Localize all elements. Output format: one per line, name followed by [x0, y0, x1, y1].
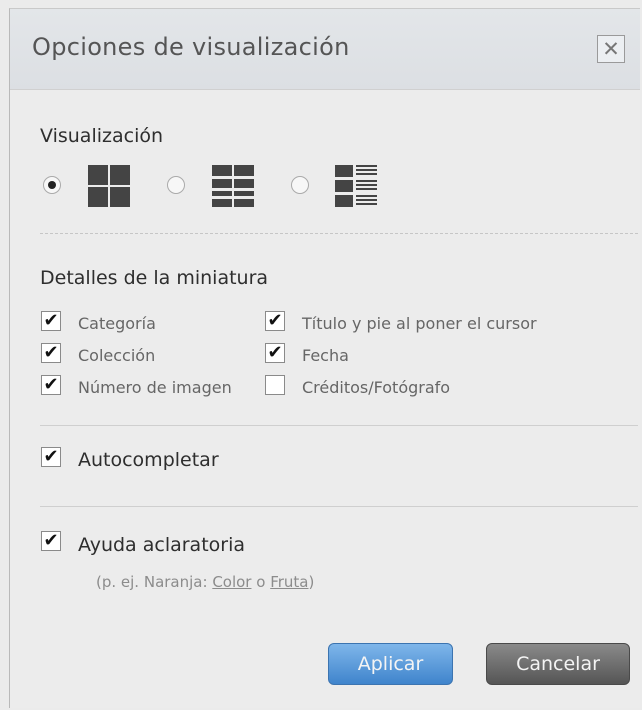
- date-label: Fecha: [302, 346, 349, 365]
- credits-photographer-label: Créditos/Fotógrafo: [302, 378, 451, 397]
- close-icon[interactable]: ✕: [597, 35, 625, 63]
- dialog-header: Opciones de visualización ✕: [10, 9, 640, 90]
- collection-label: Colección: [78, 346, 156, 365]
- help-hints-label: Ayuda aclaratoria: [78, 534, 246, 556]
- hint-suffix: ): [308, 573, 315, 591]
- hint-link-fruta[interactable]: Fruta: [270, 573, 308, 591]
- hint-link-color[interactable]: Color: [212, 573, 251, 591]
- view-heading: Visualización: [40, 125, 164, 147]
- help-hint-example: (p. ej. Naranja: Color o Fruta): [96, 573, 314, 591]
- category-label: Categoría: [78, 314, 156, 333]
- divider: [40, 506, 638, 507]
- help-hints-checkbox[interactable]: ✔: [41, 531, 61, 551]
- hint-mid: o: [251, 573, 271, 591]
- thumbnail-details-heading: Detalles de la miniatura: [40, 267, 269, 289]
- autocomplete-label: Autocompletar: [78, 449, 219, 471]
- title-caption-checkbox[interactable]: ✔: [265, 311, 285, 331]
- cancel-button[interactable]: Cancelar: [486, 643, 630, 685]
- divider: [40, 425, 638, 426]
- credits-photographer-checkbox[interactable]: [265, 375, 285, 395]
- date-checkbox[interactable]: ✔: [265, 343, 285, 363]
- image-number-checkbox[interactable]: ✔: [41, 375, 61, 395]
- view-option-grid-small-radio[interactable]: [167, 176, 185, 194]
- view-option-grid-large-radio[interactable]: [43, 176, 61, 194]
- dialog-title: Opciones de visualización: [32, 33, 350, 61]
- apply-button[interactable]: Aplicar: [328, 643, 453, 685]
- collection-checkbox[interactable]: ✔: [41, 343, 61, 363]
- divider: [40, 233, 638, 234]
- list-icon[interactable]: [335, 165, 379, 207]
- display-options-dialog: Opciones de visualización ✕ Visualizació…: [9, 8, 640, 708]
- view-option-list-radio[interactable]: [291, 176, 309, 194]
- category-checkbox[interactable]: ✔: [41, 311, 61, 331]
- hint-prefix: (p. ej. Naranja:: [96, 573, 213, 591]
- grid-large-icon[interactable]: [88, 165, 130, 207]
- autocomplete-checkbox[interactable]: ✔: [41, 447, 61, 467]
- title-caption-label: Título y pie al poner el cursor: [302, 314, 537, 333]
- grid-small-icon[interactable]: [212, 165, 254, 207]
- image-number-label: Número de imagen: [78, 378, 232, 397]
